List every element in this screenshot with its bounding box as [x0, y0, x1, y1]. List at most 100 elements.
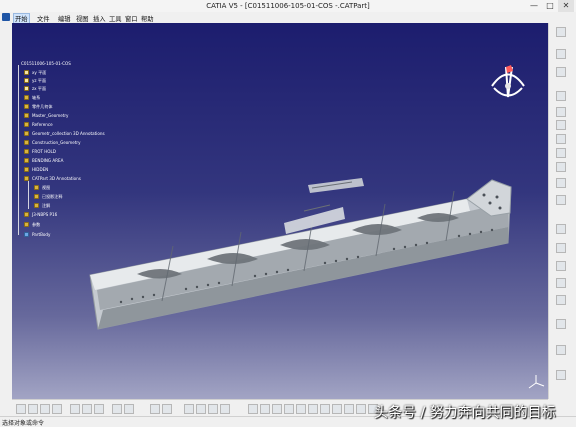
tree-item-xy-plane[interactable]: xy 平面 [32, 70, 46, 75]
tree-item-construction-geometry[interactable]: Construction_Geometry [32, 140, 81, 145]
partbody-icon [24, 232, 29, 237]
folder-icon [24, 122, 29, 127]
folder-icon [24, 167, 29, 172]
tree-item-bending-area[interactable]: BENDING AREA [32, 158, 63, 163]
tools-icon[interactable] [556, 370, 566, 380]
tree-item-master-geometry[interactable]: Master_Geometry [32, 113, 68, 118]
view-modes-icon[interactable] [332, 404, 342, 414]
fillet-icon[interactable] [556, 120, 566, 130]
tree-root-label[interactable]: C01511006-105-01-COS [21, 61, 71, 66]
redo-icon[interactable] [124, 404, 134, 414]
plane-icon [24, 78, 29, 83]
tree-item-frot-hold[interactable]: FROT HOLD [32, 149, 56, 154]
search-icon[interactable] [162, 404, 172, 414]
constraint-icon[interactable] [556, 345, 566, 355]
close-button[interactable]: ✕ [558, 0, 574, 12]
normal-view-icon[interactable] [320, 404, 330, 414]
menu-view[interactable]: 视图 [76, 14, 89, 23]
folder-icon [34, 185, 39, 190]
workbench-icon[interactable] [208, 404, 218, 414]
watermark: 头条号 / 努力奔向共同的目标 [374, 405, 556, 421]
scale-icon[interactable] [556, 243, 566, 253]
draft-icon[interactable] [556, 148, 566, 158]
tree-item-catpart-annotations[interactable]: CATPart 3D Annotations [32, 176, 81, 181]
fly-mode-icon[interactable] [248, 404, 258, 414]
sketch-icon[interactable] [556, 27, 566, 37]
tree-item-partbody[interactable]: PartBody [32, 232, 50, 237]
3d-viewport[interactable]: C01511006-105-01-COS xy 平面 yz 平面 zx 平面 轴… [12, 23, 548, 399]
cut-icon[interactable] [70, 404, 80, 414]
print-icon[interactable] [52, 404, 62, 414]
update-icon[interactable] [556, 319, 566, 329]
catia-app-icon [2, 13, 10, 21]
pad-icon[interactable] [556, 49, 566, 59]
apply-material-icon[interactable] [556, 278, 566, 288]
tree-item-view[interactable]: 视图 [42, 185, 50, 190]
menu-file[interactable]: 文件 [37, 14, 50, 23]
tree-item-notes[interactable]: 注解 [42, 203, 50, 208]
folder-icon [24, 149, 29, 154]
tree-item-projected-notes[interactable]: 已投影注释 [42, 194, 62, 199]
shaft-icon[interactable] [556, 91, 566, 101]
tree-item-part-geometry[interactable]: 零件几何体 [32, 104, 52, 109]
folder-icon [24, 104, 29, 109]
folder-icon [34, 194, 39, 199]
open-file-icon[interactable] [28, 404, 38, 414]
plane-icon [24, 70, 29, 75]
tree-item-reference[interactable]: Reference [32, 122, 53, 127]
axis-icon [528, 375, 545, 389]
catalog-icon[interactable] [220, 404, 230, 414]
undo-icon[interactable] [112, 404, 122, 414]
thickness-icon[interactable] [556, 178, 566, 188]
folder-icon [24, 222, 29, 227]
copy-icon[interactable] [82, 404, 92, 414]
fit-all-icon[interactable] [260, 404, 270, 414]
pattern-icon[interactable] [556, 224, 566, 234]
menu-edit[interactable]: 编辑 [58, 14, 71, 23]
new-file-icon[interactable] [16, 404, 26, 414]
part-model [89, 178, 512, 330]
tree-item-parameters[interactable]: 参数 [32, 222, 40, 227]
hole-icon[interactable] [556, 107, 566, 117]
tree-line [18, 65, 19, 235]
zoom-out-icon[interactable] [308, 404, 318, 414]
tree-item-j3-nbps[interactable]: J3-NBPS P16 [32, 212, 57, 217]
pocket-icon[interactable] [556, 67, 566, 77]
folder-icon [24, 158, 29, 163]
zoom-in-icon[interactable] [296, 404, 306, 414]
render-style-icon[interactable] [344, 404, 354, 414]
folder-icon [24, 113, 29, 118]
menu-window[interactable]: 窗口 [125, 14, 138, 23]
folder-icon [24, 212, 29, 217]
analysis-icon[interactable] [556, 295, 566, 305]
window-title: CATIA V5 - [C01511006-105-01-COS -.CATPa… [206, 2, 370, 10]
minimize-button[interactable]: — [526, 0, 542, 12]
paste-icon[interactable] [94, 404, 104, 414]
compass-icon[interactable] [486, 63, 530, 109]
tree-item-axis-system[interactable]: 轴系 [32, 95, 40, 100]
tree-item-hidden[interactable]: HIDDEN [32, 167, 48, 172]
menu-help[interactable]: 帮助 [141, 14, 154, 23]
tree-item-zx-plane[interactable]: zx 平面 [32, 86, 46, 91]
folder-icon [24, 131, 29, 136]
hide-show-icon[interactable] [356, 404, 366, 414]
formula-icon[interactable] [150, 404, 160, 414]
graph-icon[interactable] [196, 404, 206, 414]
pan-icon[interactable] [272, 404, 282, 414]
shell-icon[interactable] [556, 162, 566, 172]
window-controls: — □ ✕ [526, 0, 574, 12]
menu-insert[interactable]: 插入 [93, 14, 106, 23]
maximize-button[interactable]: □ [542, 0, 558, 12]
right-toolbar [548, 23, 576, 399]
left-toolbar-strip [0, 23, 12, 399]
menu-tools[interactable]: 工具 [109, 14, 122, 23]
measure-icon[interactable] [556, 261, 566, 271]
mirror-icon[interactable] [556, 195, 566, 205]
chamfer-icon[interactable] [556, 134, 566, 144]
select-icon[interactable] [184, 404, 194, 414]
tree-item-yz-plane[interactable]: yz 平面 [32, 78, 46, 83]
save-icon[interactable] [40, 404, 50, 414]
folder-icon [34, 203, 39, 208]
rotate-icon[interactable] [284, 404, 294, 414]
tree-item-geometr-collection[interactable]: Geometr_collection 3D Annotations [32, 131, 105, 136]
